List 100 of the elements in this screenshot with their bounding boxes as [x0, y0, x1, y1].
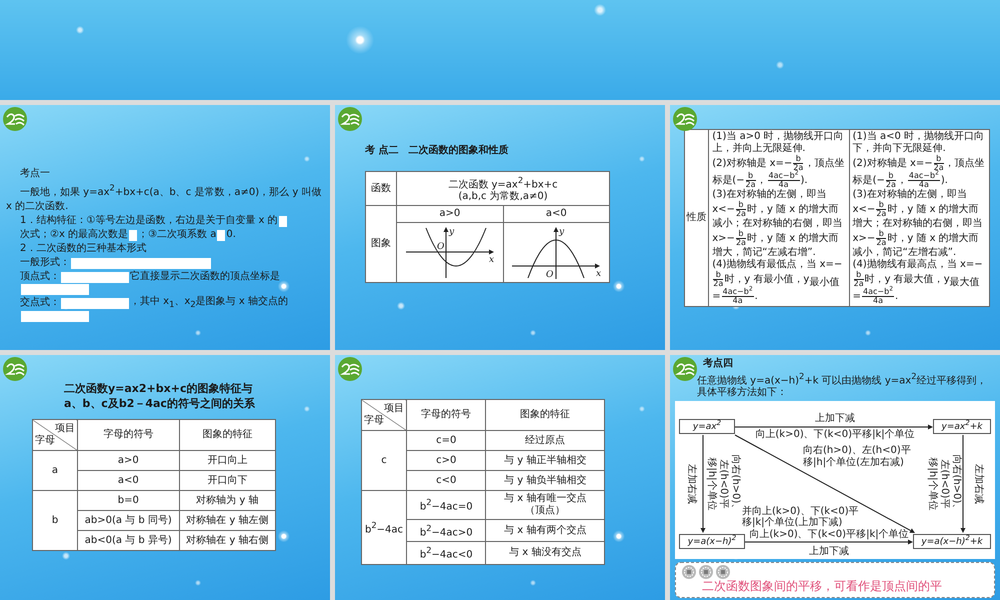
slide-thumbnail[interactable]: 二次函数y=ax2+bx+c的图象特征与 a、b、c及b2－4ac的符号之间的关系 项目 字母 字母的符号 图象的特征 a a>0 开口向上 a<0 开口向下 b b=0 对称轴为 y 轴 ab>0(a 与 b 同号) 对称轴在 y 轴左侧 ab<0(a 与 b 异号) 对称轴在 y 轴右侧 — [0, 355, 330, 600]
arrow-label: 并向上(k>0)、下(k<0)平移|k|个单位(上加下减) — [742, 506, 860, 528]
answer-blank — [61, 272, 129, 283]
table-cell: 与 x 轴有唯一交点 （顶点） — [486, 490, 604, 520]
logo-icon — [3, 357, 27, 381]
column-header: 字母的符号 — [78, 420, 180, 450]
table-cell: a — [32, 450, 78, 490]
column-header: 图象的特征 — [179, 420, 276, 450]
logo-icon — [3, 107, 27, 131]
arrow-label: 上加下减 — [809, 546, 849, 558]
property-text: (1)当 a>0 时，抛物线开口向上，并向上无限延伸. — [712, 131, 845, 154]
answer-blank — [21, 311, 89, 322]
table-cell: a<0 — [503, 206, 610, 223]
slide-thumbnail[interactable]: 考 点二 二次函数的图象和性质 函数 二次函数 y=ax$^{2}$+bx+c (a,b,c 为常数,a≠0) 图象 a>0 a<0 y O x y O x — [335, 105, 665, 350]
table-cell: 与 y 轴正半轴相交 — [486, 450, 604, 470]
table-cell: 开口向下 — [179, 470, 276, 490]
axis-label: y — [559, 227, 564, 238]
body-text: ，其中 x$_{1}$、x$_{2}$是图象与 x 轴交点的 — [130, 295, 288, 312]
column-header: 字母的符号 — [406, 400, 486, 430]
logo-icon — [338, 107, 362, 131]
slide-title: 考 点二 二次函数的图象和性质 — [365, 144, 510, 157]
seal-icon — [716, 565, 730, 580]
header-text: 项目 — [384, 403, 404, 415]
arrow-label: 向右(h>0)、左(h<0)平移|h|个单位(左加右减) — [803, 445, 912, 470]
table-cell: 与 y 轴负半轴相交 — [486, 470, 604, 490]
seal-icon — [699, 565, 713, 580]
table-cell: c — [362, 430, 407, 490]
arrow-label: 向右(h>0)、左(h<0)平移|h|个单位 — [926, 454, 962, 516]
body-text: 一般形式： — [20, 256, 70, 270]
arrow-label: 左加右减 — [972, 464, 984, 504]
table-cell: 对称轴在 y 轴左侧 — [179, 510, 276, 530]
table-cell: ab>0(a 与 b 同号) — [78, 510, 180, 530]
table-cell: c<0 — [406, 470, 486, 490]
table-cell: 与 x 轴没有交点 — [486, 542, 604, 564]
body-text: 0. — [226, 228, 236, 242]
body-text: 交点式： — [20, 296, 60, 310]
answer-blank — [61, 298, 129, 309]
column-header: 图象的特征 — [486, 400, 604, 430]
arrow-label: 上加下减 — [815, 413, 855, 426]
table-cell: c>0 — [406, 450, 486, 470]
table-cell: 函数 — [366, 172, 396, 206]
table-cell: 性质 — [684, 130, 709, 306]
table-cell: 图象 — [366, 206, 396, 283]
slide-thumbnail[interactable] — [0, 0, 1000, 100]
axis-label: x — [596, 269, 602, 280]
slide-thumbnail[interactable]: 考点一 一般地，如果 y=ax$^{2}$+bx+c(a、b、c 是常数，a≠0)，那么 y 叫做 x 的二次函数. 1．结构特征：①等号左边是函数，右边是关于自变量 x 的 次式；②x 的最高次数是 ；③二次项系数 a 0. 2．二次函数的三种基本形式 一般形式： 顶点式： 它直接显示二次函数的顶点坐标是 交点式： ，其中 x$_{1}$、x$_{2}$是图象与 x 轴交点的 — [0, 105, 330, 350]
table-cell: b — [32, 490, 78, 550]
formula-box: y=ax$^{2}$+k — [933, 419, 991, 434]
body-text: 考点一 — [20, 168, 50, 179]
parabola-curve — [528, 240, 585, 279]
table-cell: b=0 — [78, 490, 180, 510]
answer-blank — [21, 284, 89, 296]
table-cell: b$^{2}$−4ac=0 — [406, 490, 486, 520]
formula-box: y=a(x−h)$^{2}$+k — [913, 534, 991, 550]
logo-icon — [338, 357, 362, 381]
body-text: 次式；②x 的最高次数是 — [20, 228, 128, 242]
header-text: 项目 — [55, 423, 75, 435]
property-text: (1)当 a<0 时，抛物线开口向下，并向下无限延伸. — [852, 131, 986, 154]
table-cell: a>0 — [78, 450, 180, 470]
table-cell: 对称轴在 y 轴右侧 — [179, 530, 276, 550]
axis-label: O — [436, 242, 444, 252]
slide-thumbnail[interactable] — [670, 355, 1000, 600]
axis-label: y — [448, 227, 454, 238]
note-text: 二次函数图象间的平移，可看作是顶点间的平 — [701, 579, 943, 594]
table-cell: ab<0(a 与 b 异号) — [78, 530, 180, 550]
axis-label: O — [546, 270, 554, 280]
table-cell: b$^{2}$−4ac — [362, 490, 407, 564]
table-cell: 开口向上 — [179, 450, 276, 470]
table-cell: 二次函数 y=ax$^{2}$+bx+c (a,b,c 为常数,a≠0) — [396, 172, 610, 206]
logo-icon — [673, 107, 697, 131]
slide-title: 二次函数y=ax2+bx+c的图象特征与 a、b、c及b2－4ac的符号之间的关系 — [64, 381, 256, 411]
header-text: 字母 — [364, 415, 385, 427]
answer-blank — [129, 230, 138, 241]
body-text: 顶点式： — [20, 270, 60, 284]
slide-thumbnail[interactable]: 项目 字母 字母的符号 图象的特征 c c=0 经过原点 c>0 与 y 轴正半轴相交 c<0 与 y 轴负半轴相交 b$^{2}$−4ac b$^{2}$−4ac=0 与 x 轴有唯一交点 （顶点） b$^{2}$−4ac>0 与 x 轴有两个交点 b$^{2}$−4ac<0 与 x 轴没有交点 — [335, 355, 665, 600]
formula-box: y=ax$^{2}$ — [679, 419, 735, 434]
parabola-curve — [425, 228, 486, 267]
heading: 考点四 — [703, 358, 734, 370]
table-cell: a>0 — [396, 206, 503, 223]
seal-icon — [682, 565, 696, 580]
answer-blank — [278, 216, 287, 227]
arrow-label: 向上(k>0)、下(k<0)平移|k|个单位 — [755, 429, 915, 442]
table-cell: c=0 — [406, 430, 486, 450]
table-cell: 对称轴为 y 轴 — [179, 490, 276, 510]
body-text: 2．二次函数的三种基本形式 — [20, 243, 146, 254]
body-text: 它直接显示二次函数的顶点坐标是 — [130, 270, 280, 284]
table-cell: b$^{2}$−4ac<0 — [406, 542, 486, 564]
table-cell: 与 x 轴有两个交点 — [486, 520, 604, 542]
arrow-label: 向上(k>0)、下(k<0)平移|k|个单位 — [749, 529, 909, 542]
axis-label: x — [488, 255, 494, 266]
arrow-label: 向右(h>0)、左(h<0)平移|h|个单位 — [705, 454, 741, 516]
answer-blank — [217, 230, 226, 241]
formula-box: y=a(x−h)$^{2}$ — [679, 534, 745, 550]
slide-thumbnail[interactable] — [670, 105, 1000, 350]
logo-icon — [673, 357, 697, 381]
intro-text: 任意抛物线 y=a(x−h)$^{2}$+k 可以由抛物线 y=ax$^{2}$经过平移得到，具体平移方法如下： — [697, 370, 988, 400]
table-cell: b$^{2}$−4ac>0 — [406, 520, 486, 542]
body-text: ；③二次项系数 a — [138, 228, 216, 242]
table-cell: a<0 — [78, 470, 180, 490]
arrow-label: 左加右减 — [685, 464, 697, 504]
